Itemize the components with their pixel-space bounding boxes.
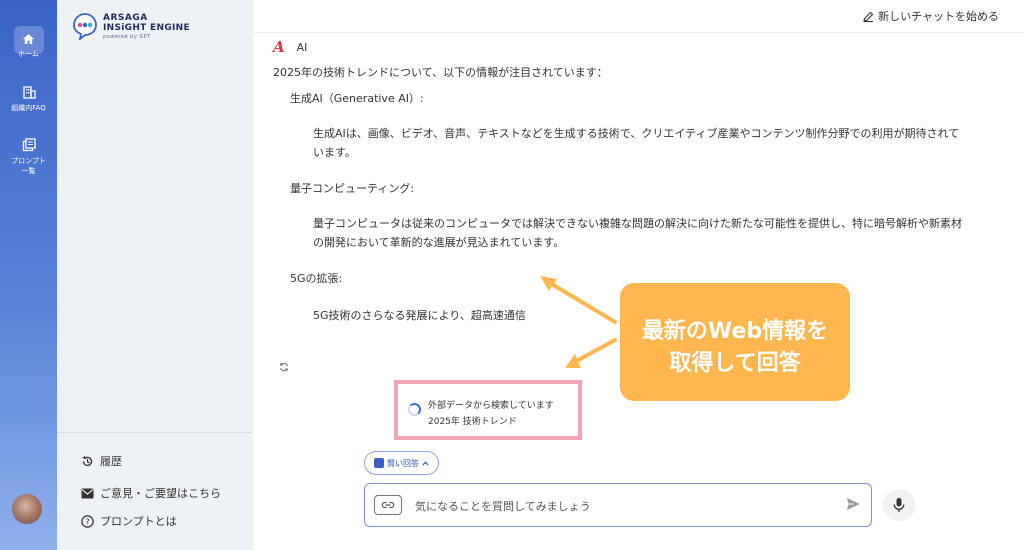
rail-item-faq-label: 組織内FAQ	[11, 104, 46, 112]
rail-item-home-label: ホーム	[18, 50, 39, 58]
sidebar: ARSAGA INSiGHT ENGINE powered by GPT 履歴 …	[57, 0, 253, 550]
callout-line-2: 取得して回答	[669, 351, 801, 376]
logo-line-3: powered by GPT	[103, 34, 151, 40]
rail-item-faq[interactable]: 組織内FAQ	[0, 85, 57, 113]
attach-link-button[interactable]	[374, 495, 402, 515]
logo-line-1: ARSAGA	[103, 13, 148, 23]
feedback-link[interactable]: ご意見・ご要望はこちら	[81, 485, 221, 501]
search-query-text: 2025年 技術トレンド	[428, 417, 517, 427]
avatar[interactable]	[12, 494, 42, 524]
mail-icon	[81, 488, 94, 498]
library-icon	[22, 138, 36, 152]
rail-item-prompts-label-1: プロンプト	[11, 157, 46, 165]
loading-spinner-icon	[408, 403, 421, 416]
composer	[364, 483, 872, 527]
smart-answer-label: 賢い回答	[387, 458, 419, 468]
link-icon	[381, 501, 395, 509]
logo-mark-icon	[73, 13, 97, 40]
web-search-status: 外部データから検索しています 2025年 技術トレンド	[394, 380, 582, 440]
feedback-label: ご意見・ご要望はこちら	[100, 487, 221, 500]
sidebar-divider	[57, 432, 253, 433]
send-icon[interactable]	[846, 497, 861, 511]
history-label: 履歴	[100, 455, 122, 468]
rail-item-prompts-label-2: 一覧	[21, 167, 36, 175]
help-icon: ?	[81, 514, 94, 528]
microphone-icon	[893, 498, 905, 512]
callout-box: 最新のWeb情報を 取得して回答	[620, 283, 850, 401]
history-icon	[82, 455, 93, 466]
smart-answer-icon	[374, 458, 384, 468]
history-link[interactable]: 履歴	[81, 453, 122, 469]
chat-main: 新しいチャットを始める A AI 2025年の技術トレンドについて、以下の情報が…	[253, 0, 1024, 550]
rail-item-home[interactable]: ホーム	[0, 33, 57, 59]
smart-answer-toggle[interactable]: 賢い回答	[364, 451, 439, 475]
search-status-text: 外部データから検索しています	[428, 401, 554, 411]
chevron-up-icon	[422, 460, 429, 466]
left-rail: ホーム 組織内FAQ プロンプト 一覧	[0, 0, 57, 550]
home-icon	[23, 34, 34, 44]
app-logo[interactable]: ARSAGA INSiGHT ENGINE powered by GPT	[71, 10, 191, 42]
logo-line-2: INSiGHT ENGINE	[103, 23, 190, 33]
rail-item-prompts[interactable]: プロンプト 一覧	[0, 138, 57, 176]
question-input[interactable]	[415, 496, 815, 516]
callout-line-1: 最新のWeb情報を	[641, 319, 829, 344]
about-prompt-label: プロンプトとは	[100, 515, 177, 528]
building-icon	[22, 86, 36, 99]
about-prompt-link[interactable]: ? プロンプトとは	[81, 513, 177, 529]
voice-input-button[interactable]	[883, 489, 915, 521]
svg-text:?: ?	[85, 517, 89, 526]
